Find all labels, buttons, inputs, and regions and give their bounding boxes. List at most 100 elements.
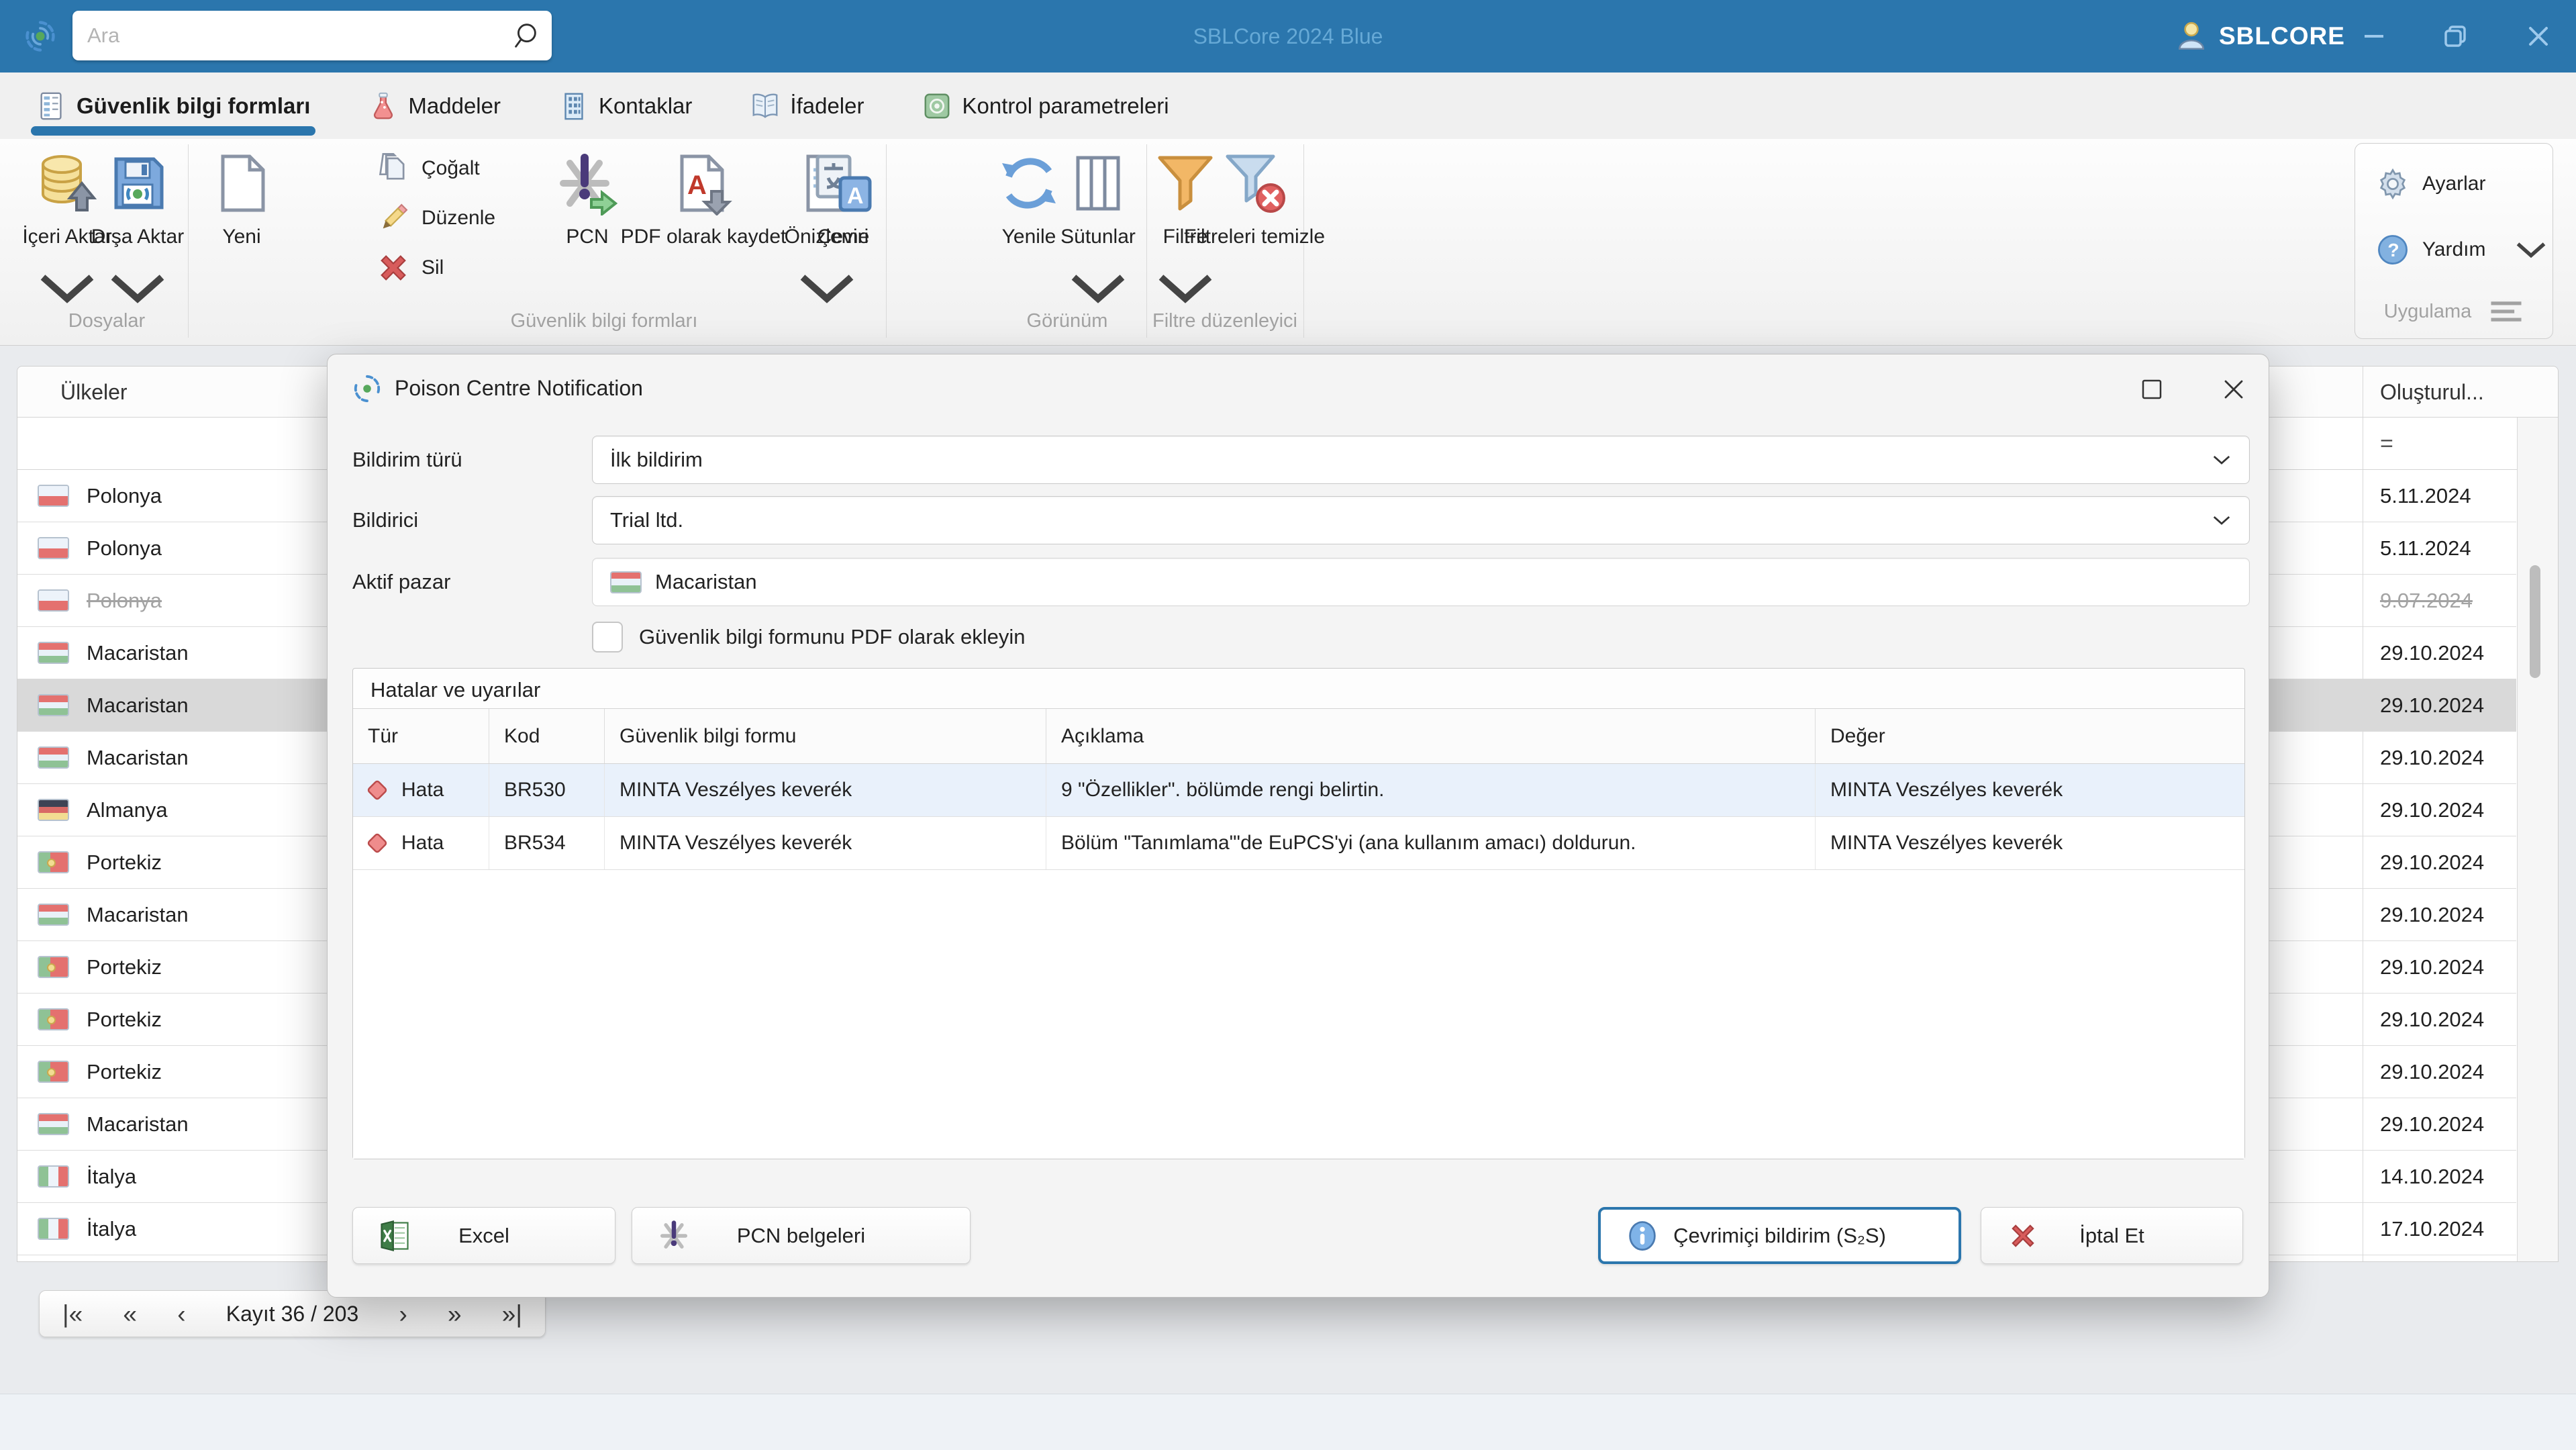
- created-cell: 17.10.2024: [2380, 1217, 2485, 1241]
- button-label: Yardım: [2422, 238, 2486, 260]
- filter-operator[interactable]: =: [2380, 418, 2393, 470]
- dialog-maximize-button[interactable]: [2133, 372, 2171, 407]
- ribbon-group-label: Uygulama: [2383, 300, 2472, 322]
- user-icon: [2178, 21, 2205, 50]
- help-button[interactable]: ? Yardım: [2355, 232, 2553, 267]
- column-header-created[interactable]: Oluşturul...: [2380, 367, 2484, 418]
- button-label: İptal Et: [2079, 1223, 2144, 1247]
- tab-phrases[interactable]: İfadeler: [750, 72, 864, 139]
- ribbon-group-label: Görünüm: [1026, 310, 1108, 332]
- button-label: PCN belgeleri: [736, 1223, 866, 1247]
- translate-button[interactable]: A Çeviri: [769, 146, 917, 250]
- titlebar: SBLCore 2024 Blue SBLCORE: [0, 0, 2576, 72]
- button-label: Ayarlar: [2422, 173, 2486, 195]
- vertical-scrollbar[interactable]: [2517, 418, 2558, 1261]
- field-label: Aktif pazar: [352, 570, 451, 593]
- flag-pt: [38, 956, 69, 978]
- fast-forward-button[interactable]: »: [448, 1302, 462, 1326]
- dialog-close-button[interactable]: [2215, 372, 2252, 407]
- excel-button[interactable]: Excel: [352, 1207, 615, 1264]
- field-label: Bildirici: [352, 508, 419, 532]
- button-label: Çeviri: [817, 226, 869, 248]
- cancel-button[interactable]: İptal Et: [1981, 1207, 2243, 1264]
- error-row[interactable]: Hata BR534 MINTA Veszélyes keverék Bölüm "T…: [353, 817, 2244, 870]
- sds-form-icon: [40, 92, 62, 119]
- field-label: Bildirim türü: [352, 448, 462, 471]
- error-cell: MINTA Veszélyes keverék: [1830, 832, 2063, 854]
- column-header[interactable]: Tür: [353, 709, 489, 763]
- duplicate-button[interactable]: Çoğalt: [376, 151, 495, 186]
- account-badge[interactable]: SBLCORE: [2175, 0, 2345, 72]
- error-cell: MINTA Veszélyes keverék: [605, 817, 1046, 869]
- dialog-title: Poison Centre Notification: [395, 375, 643, 400]
- clear-filter-button[interactable]: Filtreleri temizle: [1174, 146, 1335, 250]
- country-cell: Portekiz: [87, 1060, 162, 1083]
- pcn-documents-button[interactable]: PCN belgeleri: [632, 1207, 971, 1264]
- errors-table: Tür Kod Güvenlik bilgi formu Açıklama De…: [353, 708, 2244, 1159]
- search-icon[interactable]: [510, 20, 541, 51]
- created-cell: 29.10.2024: [2380, 693, 2485, 717]
- created-cell: 29.10.2024: [2380, 1112, 2485, 1136]
- column-header[interactable]: Kod: [489, 709, 605, 763]
- record-counter: Kayıt 36 / 203: [226, 1301, 359, 1326]
- scrollbar-thumb[interactable]: [2530, 565, 2540, 678]
- app-logo-icon: [26, 21, 55, 52]
- column-header[interactable]: Güvenlik bilgi formu: [605, 709, 1046, 763]
- active-market-field[interactable]: Macaristan: [592, 558, 2250, 606]
- info-icon: [1629, 1220, 1656, 1251]
- error-cell: 9 "Özellikler". bölümde rengi belirtin.: [1046, 764, 1816, 816]
- tab-control-parameters[interactable]: Kontrol parametreleri: [922, 72, 1169, 139]
- ribbon-group-label: Dosyalar: [68, 310, 146, 332]
- flag-hu: [38, 746, 69, 769]
- column-header[interactable]: Değer: [1816, 709, 2244, 763]
- next-page-button[interactable]: ›: [399, 1302, 407, 1326]
- search-input[interactable]: [72, 23, 510, 48]
- tab-safety-data-sheets[interactable]: Güvenlik bilgi formları: [30, 72, 316, 139]
- clear-filter-icon: [1226, 154, 1285, 213]
- close-window-button[interactable]: [2508, 0, 2569, 72]
- status-bar: [0, 1394, 2576, 1450]
- menu-lines-icon[interactable]: [2489, 294, 2524, 329]
- error-diamond-icon: [366, 832, 389, 855]
- error-cell: Hata: [353, 764, 489, 816]
- tab-contacts[interactable]: Kontaklar: [558, 72, 692, 139]
- save-pdf-icon: A: [680, 154, 732, 215]
- country-cell: Portekiz: [87, 1008, 162, 1031]
- svg-text:A: A: [847, 183, 864, 209]
- settings-button[interactable]: Ayarlar: [2355, 166, 2553, 201]
- svg-text:A: A: [687, 171, 707, 200]
- tab-label: İfadeler: [790, 93, 864, 118]
- first-page-button[interactable]: |«: [62, 1302, 83, 1326]
- flag-pl: [38, 485, 69, 507]
- created-cell: 29.10.2024: [2380, 1060, 2485, 1083]
- online-notification-button[interactable]: Çevrimiçi bildirim (S₂S): [1598, 1207, 1961, 1264]
- created-cell: 5.11.2024: [2380, 484, 2471, 508]
- country-cell: Macaristan: [87, 903, 189, 926]
- created-cell: 5.11.2024: [2380, 536, 2471, 560]
- chevron-down-icon: [2517, 242, 2546, 258]
- country-cell: Portekiz: [87, 955, 162, 979]
- last-page-button[interactable]: »|: [502, 1302, 522, 1326]
- country-cell: İtalya: [87, 1165, 137, 1188]
- error-row[interactable]: Hata BR530 MINTA Veszélyes keverék 9 "Özell…: [353, 764, 2244, 817]
- attach-pdf-checkbox[interactable]: [592, 622, 623, 652]
- previous-page-button[interactable]: ‹: [177, 1302, 185, 1326]
- delete-button[interactable]: Sil: [376, 250, 495, 285]
- country-cell: İtalya: [87, 1217, 137, 1241]
- column-header[interactable]: Açıklama: [1046, 709, 1816, 763]
- tab-substances[interactable]: Maddeler: [368, 72, 501, 139]
- tab-bar: Güvenlik bilgi formları Maddeler Kontakl…: [0, 72, 2576, 139]
- notifier-select[interactable]: Trial ltd.: [592, 496, 2250, 544]
- application-group: Ayarlar ? Yardım Uygulama: [2355, 143, 2553, 339]
- maximize-restore-button[interactable]: [2425, 0, 2485, 72]
- fast-backward-button[interactable]: «: [123, 1302, 137, 1326]
- errors-groupbox: Hatalar ve uyarılar Tür Kod Güvenlik bil…: [352, 668, 2245, 1159]
- created-cell: 29.10.2024: [2380, 641, 2485, 665]
- notification-type-select[interactable]: İlk bildirim: [592, 436, 2250, 484]
- minimize-button[interactable]: [2344, 0, 2404, 72]
- edit-button[interactable]: Düzenle: [376, 201, 495, 236]
- column-header-countries[interactable]: Ülkeler: [60, 367, 128, 418]
- error-cell: Hata: [353, 817, 489, 869]
- flag-pt: [38, 851, 69, 873]
- new-button[interactable]: Yeni: [168, 146, 315, 250]
